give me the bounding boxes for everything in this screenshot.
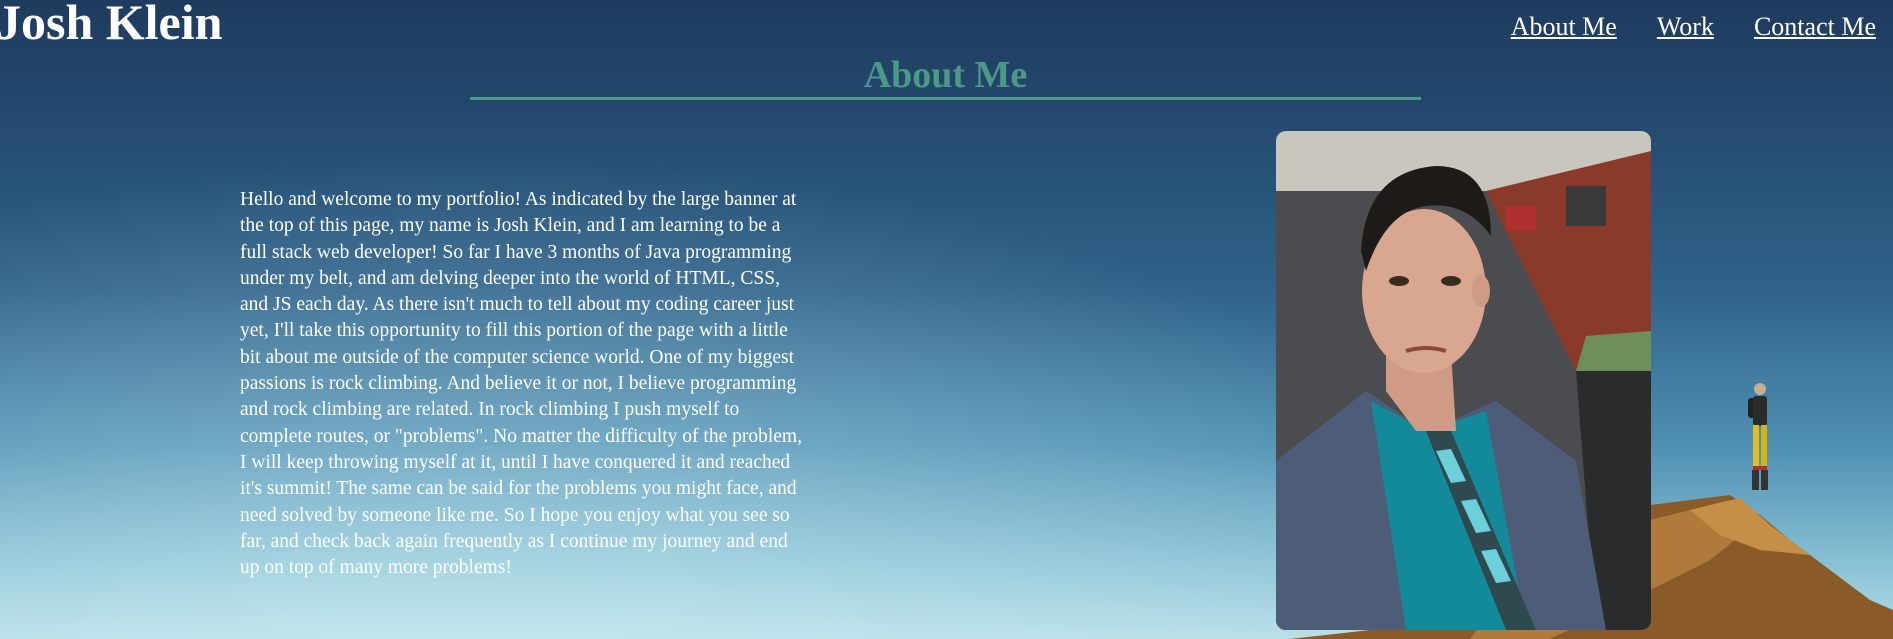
nav-link-about-me[interactable]: About Me [1511, 12, 1617, 42]
top-nav: About Me Work Contact Me [1511, 12, 1876, 42]
section-title: About Me [863, 54, 1028, 96]
nav-link-contact-me[interactable]: Contact Me [1754, 12, 1876, 42]
title-divider [470, 97, 1421, 100]
nav-link-work[interactable]: Work [1657, 12, 1714, 42]
profile-photo [1276, 131, 1651, 630]
bio-paragraph: Hello and welcome to my portfolio! As in… [240, 189, 802, 579]
site-brand[interactable]: Josh Klein [0, 0, 222, 52]
climber-image [1748, 383, 1768, 490]
